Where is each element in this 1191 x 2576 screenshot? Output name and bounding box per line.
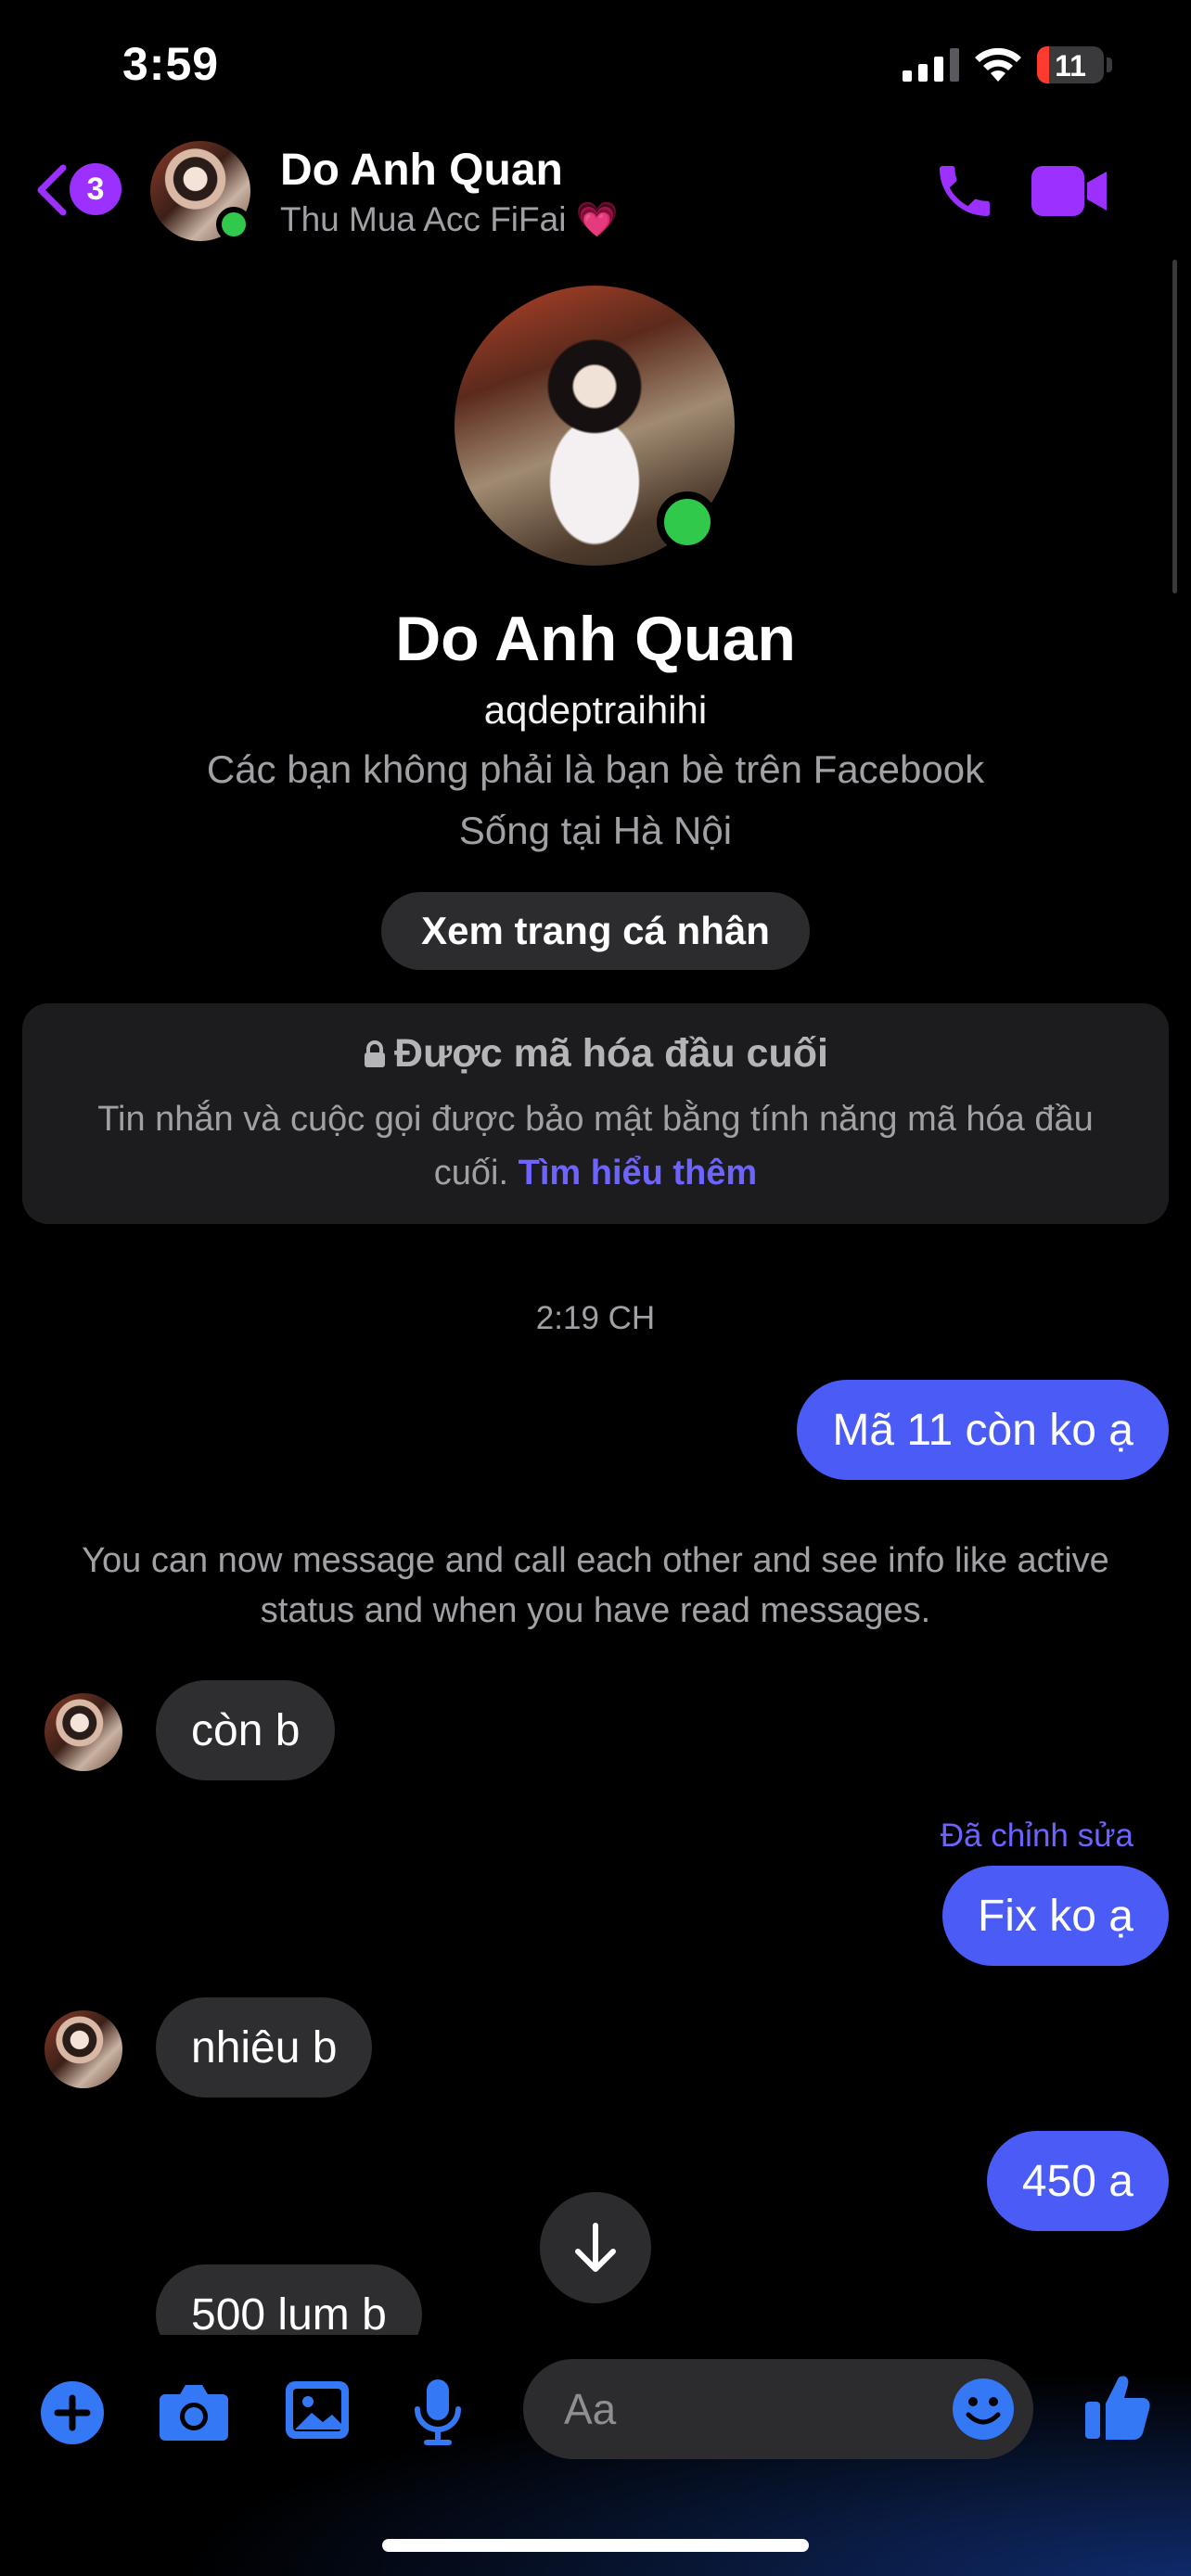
- scrollbar[interactable]: [1172, 260, 1177, 593]
- sender-avatar[interactable]: [45, 1693, 122, 1771]
- encryption-title-row: Được mã hóa đầu cuối: [0, 1031, 1191, 1077]
- battery-tip: [1107, 57, 1112, 72]
- contact-name[interactable]: Do Anh Quan: [280, 145, 563, 196]
- microphone-icon[interactable]: [410, 2378, 466, 2446]
- message-bubble-outgoing[interactable]: 450 a: [986, 2131, 1169, 2231]
- image-icon[interactable]: [284, 2378, 351, 2442]
- message-bubble-outgoing[interactable]: Fix ko ạ: [941, 1866, 1169, 1966]
- status-time: 3:59: [122, 38, 220, 90]
- lock-icon: [365, 1040, 386, 1067]
- learn-more-link[interactable]: Tìm hiểu thêm: [519, 1154, 758, 1192]
- edited-label: Đã chỉnh sửa: [940, 1817, 1133, 1854]
- wifi-icon: [975, 47, 1021, 82]
- unread-badge: 3: [70, 163, 122, 215]
- emoji-icon[interactable]: [950, 2376, 1017, 2442]
- profile-online-dot: [657, 491, 718, 553]
- online-status-dot: [216, 207, 251, 242]
- sender-avatar[interactable]: [45, 2010, 122, 2088]
- message-timestamp: 2:19 CH: [535, 1300, 656, 1336]
- contact-subtitle: Thu Mua Acc FiFai 💗: [280, 200, 619, 238]
- view-profile-button[interactable]: Xem trang cá nhân: [381, 892, 810, 970]
- encryption-body-row: Tin nhắn và cuộc gọi được bảo mật bằng t…: [56, 1092, 1135, 1200]
- scroll-to-bottom-button[interactable]: [540, 2192, 651, 2303]
- battery-level: 11: [1055, 49, 1086, 83]
- phone-icon[interactable]: [931, 158, 998, 224]
- video-camera-icon[interactable]: [1031, 163, 1109, 219]
- home-indicator: [382, 2539, 809, 2552]
- arrow-down-icon: [575, 2223, 616, 2272]
- friend-status-note: Các bạn không phải là bạn bè trên Facebo…: [206, 747, 985, 791]
- back-chevron-icon: [37, 164, 67, 216]
- profile-location: Sống tại Hà Nội: [458, 809, 733, 852]
- encryption-title: Được mã hóa đầu cuối: [394, 1031, 828, 1076]
- message-bubble-outgoing[interactable]: Mã 11 còn ko ạ: [797, 1380, 1169, 1480]
- thumbs-up-icon[interactable]: [1083, 2370, 1152, 2442]
- battery-indicator: 11: [1037, 46, 1104, 83]
- profile-username: aqdeptraihihi: [483, 688, 708, 732]
- message-bubble-incoming[interactable]: nhiêu b: [156, 1997, 373, 2098]
- plus-icon[interactable]: [37, 2378, 108, 2448]
- system-note: You can now message and call each other …: [82, 1541, 1109, 1630]
- cellular-signal-icon: [903, 48, 959, 82]
- camera-icon[interactable]: [158, 2378, 230, 2444]
- profile-name: Do Anh Quan: [395, 604, 796, 674]
- message-bubble-incoming[interactable]: còn b: [156, 1680, 336, 1780]
